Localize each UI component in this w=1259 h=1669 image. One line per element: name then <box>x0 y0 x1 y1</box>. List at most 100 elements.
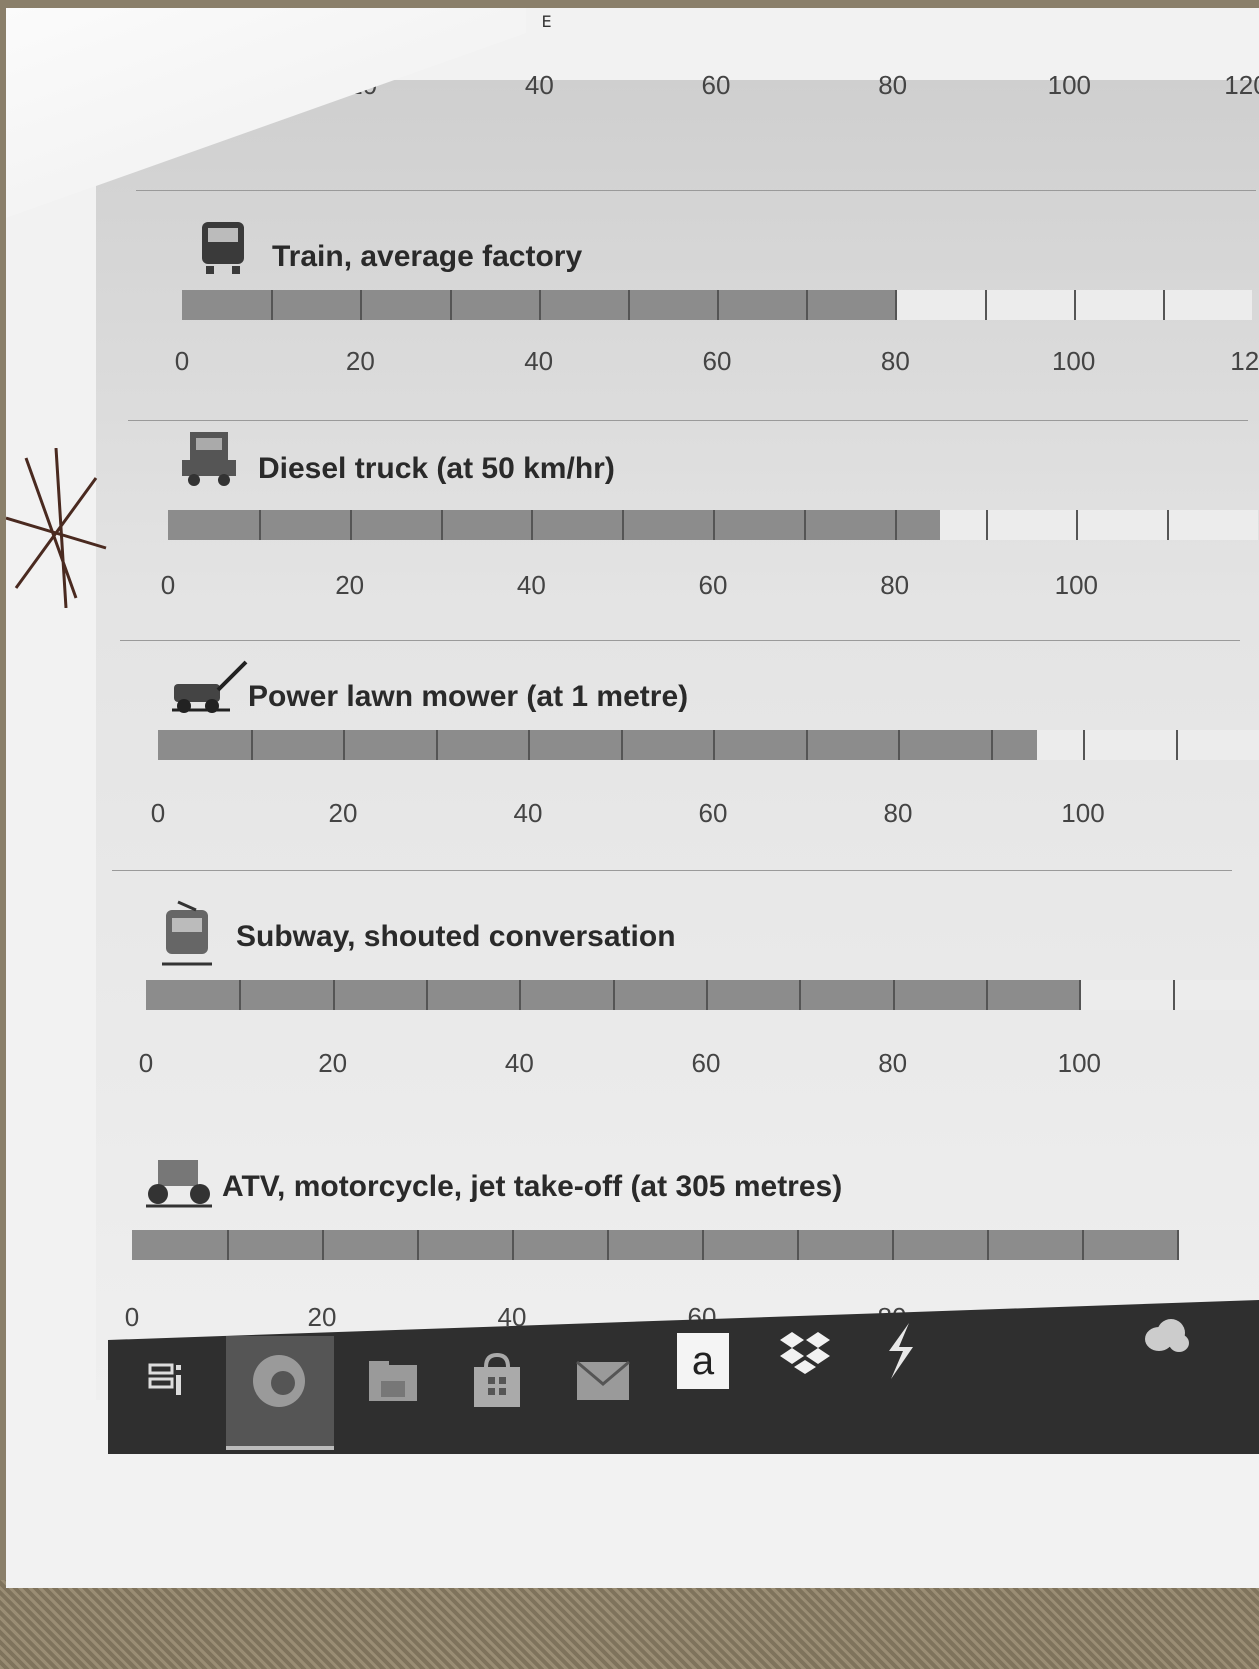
bar-tick <box>990 730 993 760</box>
tick-label: 100 <box>1047 70 1092 100</box>
file-explorer-icon[interactable] <box>358 1346 428 1416</box>
bar-tick <box>349 510 352 540</box>
truck-icon <box>180 430 238 486</box>
bar-tick <box>713 510 715 540</box>
bar-tick <box>227 1230 229 1260</box>
bar-tick <box>322 1230 324 1260</box>
bar-tick <box>435 730 438 760</box>
row-title: Train, average factory <box>272 240 583 273</box>
bar-tick <box>622 510 625 540</box>
bar-tick <box>250 730 253 760</box>
bar-tick <box>360 290 363 320</box>
bar-tick <box>528 730 530 760</box>
atv-icon <box>144 1152 212 1208</box>
tick-label: 120 <box>1224 70 1259 100</box>
bar-tick <box>538 290 541 320</box>
tick-label: 120 <box>1230 346 1259 376</box>
tick-label: 0 <box>174 346 190 376</box>
tick-label: 60 <box>702 346 732 376</box>
mail-icon[interactable] <box>568 1346 638 1416</box>
pen-doodle-star <box>6 448 107 608</box>
chart-screen: 0 20 40 60 80 100 120 Train, average factory 0 20… <box>96 70 1259 1400</box>
tick-label: 0 <box>138 1048 154 1078</box>
bar-tick <box>417 1230 419 1260</box>
tick-label: 40 <box>504 1048 534 1078</box>
bar-tick <box>607 1230 609 1260</box>
tick-label: 20 <box>345 346 375 376</box>
bar-tick <box>620 730 623 760</box>
tick-label: 40 <box>524 70 554 100</box>
bar-tick <box>1073 290 1076 320</box>
tick-label: 20 <box>318 1048 348 1078</box>
bar-tick <box>702 1230 704 1260</box>
bar-tick <box>1083 730 1085 760</box>
noise-level-bar <box>182 290 1252 320</box>
bar-tick <box>892 980 895 1010</box>
bar-tick <box>239 980 242 1010</box>
tick-label: 80 <box>878 70 908 100</box>
dropbox-icon[interactable] <box>770 1320 840 1390</box>
bar-tick <box>612 980 615 1010</box>
bar-tick <box>717 290 719 320</box>
subway-icon <box>158 900 216 966</box>
bar-tick <box>805 730 808 760</box>
bar-tick <box>1076 510 1079 540</box>
bar-tick <box>1162 290 1165 320</box>
page-header-fragment: ONZE <box>446 12 1259 32</box>
tick-label: 0 <box>124 1302 140 1332</box>
bar-tick <box>1172 980 1175 1010</box>
row-title: Subway, shouted conversation <box>236 920 676 953</box>
bar-tick <box>343 730 345 760</box>
row-title: Diesel truck (at 50 km/hr) <box>258 452 615 485</box>
tick-label: 100 <box>1054 570 1099 600</box>
bar-tick <box>440 510 443 540</box>
bar-tick <box>1175 730 1178 760</box>
bar-tick <box>713 730 715 760</box>
tick-label: 20 <box>328 798 358 828</box>
bar-tick <box>258 510 261 540</box>
tick-label: 20 <box>307 1302 337 1332</box>
cloud-icon[interactable] <box>1130 1300 1200 1370</box>
noise-level-fill <box>132 1230 1177 1260</box>
train-icon <box>194 220 252 276</box>
bar-tick <box>1177 1230 1179 1260</box>
bar-tick <box>898 730 900 760</box>
noise-level-fill <box>158 730 1037 760</box>
store-icon[interactable] <box>462 1346 532 1416</box>
bar-tick <box>984 290 987 320</box>
tick-label: 80 <box>880 570 910 600</box>
bar-tick <box>531 510 534 540</box>
bar-tick <box>706 980 708 1010</box>
bar-tick <box>449 290 452 320</box>
bar-tick <box>799 980 802 1010</box>
bar-tick <box>894 510 897 540</box>
tick-label: 40 <box>524 346 554 376</box>
edge-icon[interactable] <box>244 1346 314 1416</box>
tick-label: 0 <box>160 570 176 600</box>
bar-tick <box>1082 1230 1084 1260</box>
bar-tick <box>895 290 898 320</box>
lawn-mower-icon <box>170 660 248 716</box>
row-divider <box>112 870 1232 871</box>
bar-tick <box>987 1230 989 1260</box>
task-view-icon[interactable] <box>132 1346 202 1416</box>
amazon-icon[interactable]: a <box>668 1326 738 1396</box>
tick-label: 100 <box>1061 798 1105 828</box>
carpet-background <box>0 1580 1259 1669</box>
bar-tick <box>519 980 522 1010</box>
tick-label: 20 <box>335 570 365 600</box>
noise-level-bar <box>168 510 1258 540</box>
row-title: ATV, motorcycle, jet take-off (at 305 me… <box>222 1170 843 1203</box>
noise-level-fill <box>168 510 941 540</box>
tick-label: 100 <box>1057 1048 1102 1078</box>
sway-icon[interactable] <box>866 1316 936 1386</box>
bar-tick <box>426 980 428 1010</box>
row-title: Power lawn mower (at 1 metre) <box>248 680 689 713</box>
bar-tick <box>803 510 806 540</box>
bar-tick <box>627 290 630 320</box>
tick-label: 80 <box>878 1048 908 1078</box>
noise-level-bar <box>158 730 1259 760</box>
bar-tick <box>985 510 988 540</box>
bar-tick <box>271 290 274 320</box>
tick-label: 80 <box>880 346 910 376</box>
